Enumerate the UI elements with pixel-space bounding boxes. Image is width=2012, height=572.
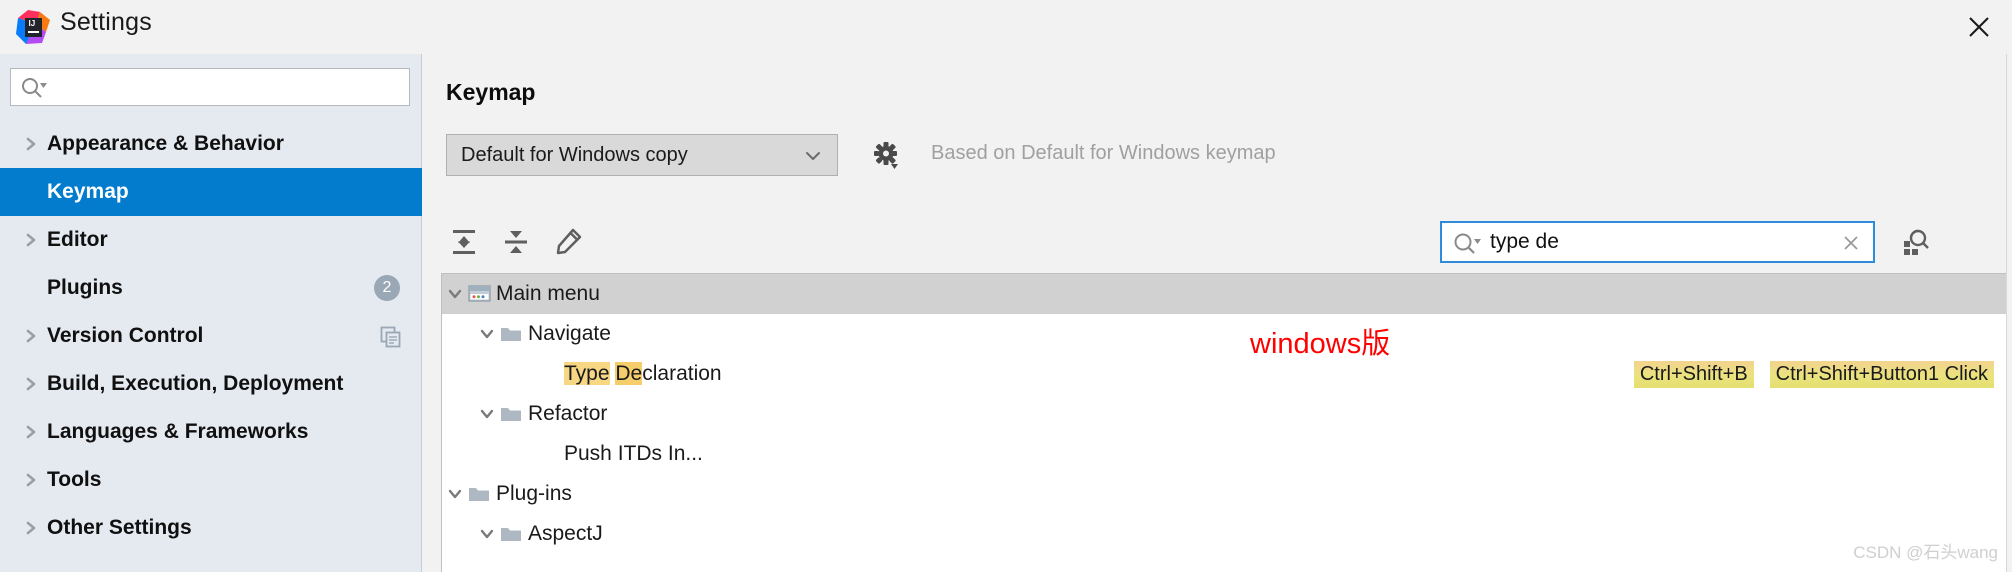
table-row[interactable]: AspectJ <box>442 514 2012 554</box>
page-title: Keymap <box>446 79 536 105</box>
collapse-all-button[interactable] <box>493 219 539 265</box>
sidebar-item-appearance-behavior[interactable]: Appearance & Behavior <box>0 120 422 168</box>
folder-icon <box>500 324 528 344</box>
find-by-shortcut-icon <box>1904 229 1929 255</box>
search-icon <box>1453 232 1481 261</box>
sidebar-item-label: Version Control <box>47 324 204 347</box>
find-by-shortcut-button[interactable] <box>1893 221 1937 263</box>
table-row[interactable]: Main menu <box>442 274 2012 314</box>
clear-search-button[interactable] <box>1841 233 1861 258</box>
expand-all-button[interactable] <box>441 219 487 265</box>
sidebar-item-tools[interactable]: Tools <box>0 456 422 504</box>
keymap-select[interactable]: Default for Windows copy <box>446 134 838 176</box>
status-badge: Ctrl+Shift+B <box>1633 361 1754 388</box>
sidebar-item-languages-frameworks[interactable]: Languages & Frameworks <box>0 408 422 456</box>
tree-item-label: AspectJ <box>528 522 603 545</box>
sidebar-item-version-control[interactable]: Version Control <box>0 312 422 360</box>
chevron-right-icon <box>20 376 42 392</box>
tree-item-label: Push ITDs In... <box>564 442 703 465</box>
sidebar-item-label: Other Settings <box>47 516 192 539</box>
sidebar-item-other-settings[interactable]: Other Settings <box>0 504 422 552</box>
csdn-watermark: CSDN @石头wang <box>1853 543 1998 562</box>
chevron-down-icon[interactable] <box>442 486 468 502</box>
chevron-right-icon <box>20 328 42 344</box>
chevron-down-icon <box>803 146 823 171</box>
keymap-panel: Keymap Default for Windows copy Based on… <box>423 54 2012 572</box>
copy-icon <box>380 326 402 348</box>
based-on-label: Based on Default for Windows keymap <box>931 142 1276 164</box>
sidebar-item-label: Languages & Frameworks <box>47 420 309 443</box>
sidebar-item-label: Appearance & Behavior <box>47 132 284 155</box>
keymap-settings-button[interactable] <box>866 136 906 174</box>
chevron-right-icon <box>20 232 42 248</box>
sidebar-item-keymap[interactable]: Keymap <box>0 168 422 216</box>
red-annotation-note: windows版 <box>1250 328 1391 360</box>
settings-sidebar: Appearance & Behavior Keymap Editor Plug… <box>0 54 422 572</box>
table-row[interactable]: Push ITDs In... <box>442 434 2012 474</box>
table-row[interactable]: Navigate <box>442 314 2012 354</box>
status-badge: Ctrl+Shift+Button1 Click <box>1769 361 1994 388</box>
close-button[interactable] <box>1946 0 2012 54</box>
folder-icon <box>500 404 528 424</box>
edit-shortcut-button[interactable] <box>545 219 591 265</box>
sidebar-item-label: Keymap <box>47 180 129 203</box>
tree-item-label: Plug-ins <box>496 482 572 505</box>
keymap-select-value: Default for Windows copy <box>461 143 688 166</box>
shortcut-list: Ctrl+Shift+B Ctrl+Shift+Button1 Click <box>1633 361 1994 388</box>
sidebar-item-label: Build, Execution, Deployment <box>47 372 344 395</box>
table-row[interactable]: Type Declaration Ctrl+Shift+B Ctrl+Shift… <box>442 354 2012 394</box>
tree-item-label-rest: claration <box>642 362 722 385</box>
search-icon <box>21 77 47 104</box>
chevron-right-icon <box>20 424 42 440</box>
close-icon <box>1969 17 1989 37</box>
title-bar: IJ Settings <box>0 0 2012 54</box>
plugins-update-badge: 2 <box>374 275 400 301</box>
window-title: Settings <box>60 8 152 36</box>
chevron-down-icon[interactable] <box>442 286 468 302</box>
folder-icon <box>500 524 528 544</box>
tree-item-label: Refactor <box>528 402 608 425</box>
sidebar-item-plugins[interactable]: Plugins 2 <box>0 264 422 312</box>
chevron-down-icon[interactable] <box>474 406 500 422</box>
sidebar-item-label: Editor <box>47 228 108 251</box>
table-row[interactable]: Refactor <box>442 394 2012 434</box>
gear-icon <box>874 142 898 169</box>
search-match-highlight: De <box>615 362 643 385</box>
settings-category-list: Appearance & Behavior Keymap Editor Plug… <box>0 120 422 552</box>
menu-bar-icon <box>468 283 496 305</box>
tree-item-label: Type Declaration <box>564 362 722 386</box>
sidebar-search-input[interactable] <box>57 69 405 105</box>
chevron-down-icon[interactable] <box>474 526 500 542</box>
keymap-search-box[interactable] <box>1440 221 1875 263</box>
tree-item-label: Main menu <box>496 282 600 305</box>
keymap-tree[interactable]: Main menu Navigate Type Declaration Ctrl… <box>441 273 2012 572</box>
expand-all-icon <box>453 230 475 254</box>
chevron-right-icon <box>20 472 42 488</box>
chevron-right-icon <box>20 520 42 536</box>
sidebar-item-build-execution-deployment[interactable]: Build, Execution, Deployment <box>0 360 422 408</box>
sidebar-item-label: Tools <box>47 468 102 491</box>
table-row[interactable]: Plug-ins <box>442 474 2012 514</box>
pencil-icon <box>556 228 582 255</box>
window-right-edge <box>2006 54 2012 572</box>
close-icon <box>1844 236 1858 250</box>
search-match-highlight: Type <box>564 362 610 385</box>
intellij-idea-logo-icon: IJ <box>16 10 50 44</box>
tree-item-label: Navigate <box>528 322 611 345</box>
svg-text:IJ: IJ <box>29 19 36 28</box>
sidebar-item-label: Plugins <box>47 276 123 299</box>
chevron-down-icon[interactable] <box>474 326 500 342</box>
collapse-all-icon <box>505 231 527 253</box>
sidebar-search-box[interactable] <box>10 68 410 106</box>
folder-icon <box>468 484 496 504</box>
sidebar-item-editor[interactable]: Editor <box>0 216 422 264</box>
keymap-search-input[interactable] <box>1490 223 1820 261</box>
chevron-right-icon <box>20 136 42 152</box>
